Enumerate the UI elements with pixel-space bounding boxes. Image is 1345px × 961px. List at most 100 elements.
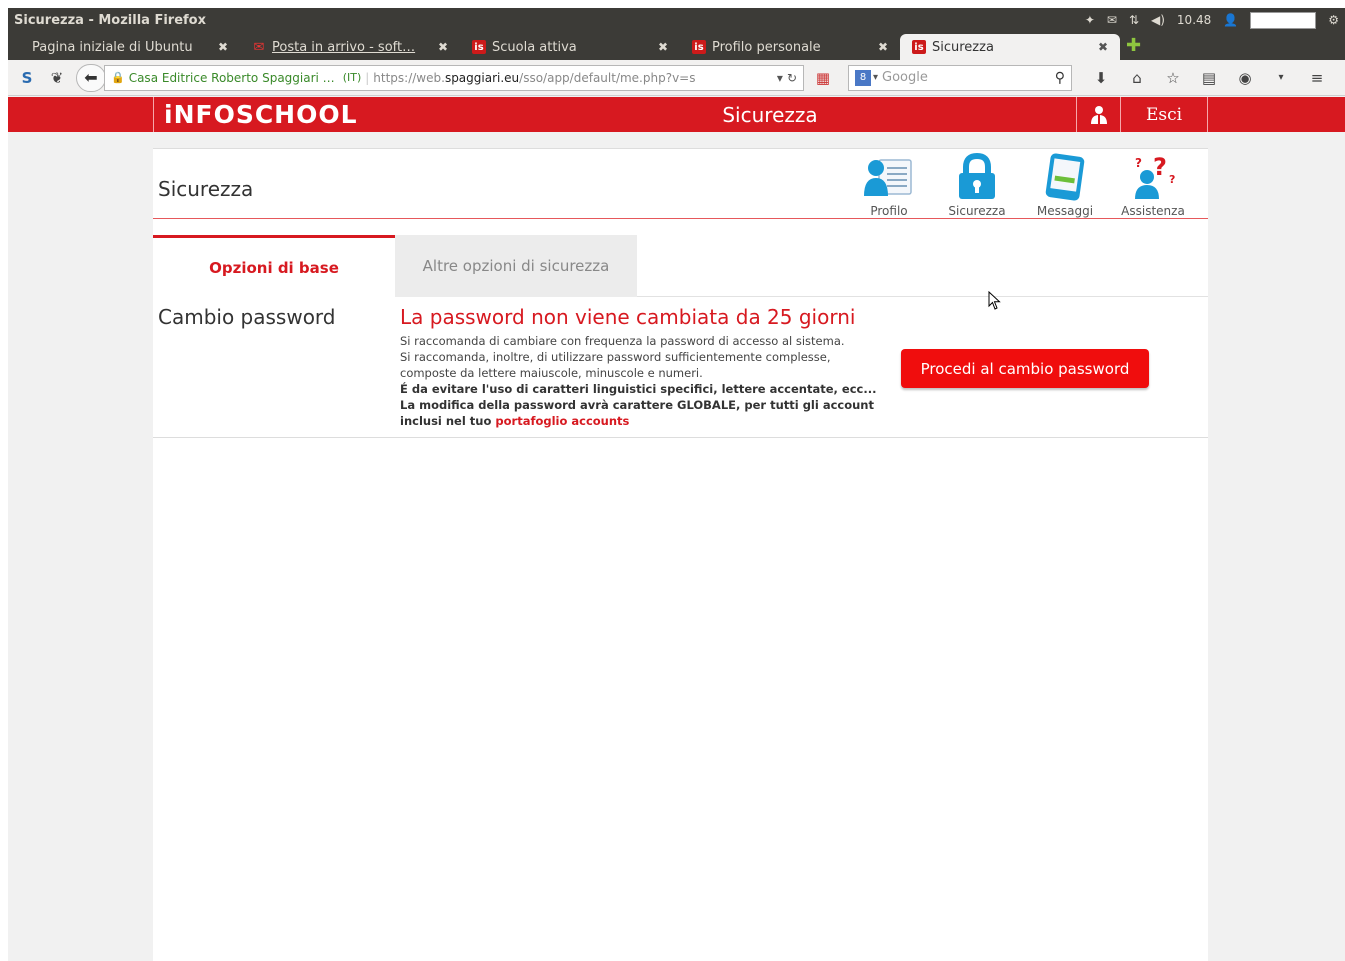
info-line: Si raccomanda di cambiare con frequenza … bbox=[400, 334, 845, 348]
info-line: Si raccomanda, inoltre, di utilizzare pa… bbox=[400, 350, 831, 364]
nav-label: Messaggi bbox=[1036, 204, 1094, 218]
back-arrow-icon: ⬅ bbox=[84, 68, 98, 87]
section-header: Sicurezza Profilo Sicurezza Messaggi ? ?… bbox=[153, 149, 1208, 219]
logout-button[interactable]: Esci bbox=[1120, 97, 1208, 132]
nav-messaggi[interactable]: Messaggi bbox=[1032, 153, 1098, 218]
info-line: É da evitare l'uso di caratteri linguist… bbox=[400, 382, 877, 396]
addon-dropdown-icon[interactable]: ▾ bbox=[1270, 67, 1292, 89]
content-panel: Sicurezza Profilo Sicurezza Messaggi ? ?… bbox=[153, 148, 1208, 961]
bookmarks-list-icon[interactable]: ▤ bbox=[1198, 67, 1220, 89]
dropbox-icon[interactable]: ✦ bbox=[1085, 13, 1095, 27]
url-text[interactable]: https://web.spaggiari.eu/sso/app/default… bbox=[373, 71, 773, 85]
app-header: iNFOSCHOOL Sicurezza Esci bbox=[8, 97, 1345, 132]
tab-label: Scuola attiva bbox=[492, 39, 577, 55]
search-bar[interactable]: 8 ▾ Google ⚲ bbox=[848, 64, 1072, 91]
nav-profilo[interactable]: Profilo bbox=[856, 153, 922, 218]
google-engine-icon[interactable]: 8 bbox=[855, 69, 871, 86]
window-titlebar: Sicurezza - Mozilla Firefox ✦ ✉ ⇅ ◀) 10.… bbox=[8, 8, 1345, 32]
browser-tab-scuola[interactable]: is Scuola attiva ✖ bbox=[460, 34, 680, 60]
phone-message-icon bbox=[1039, 153, 1091, 201]
home-icon[interactable]: ⌂ bbox=[1126, 67, 1148, 89]
browser-navbar: S ❦ ⬅ 🔒 Casa Editrice Roberto Spaggiari … bbox=[8, 60, 1345, 96]
engine-dropdown-icon[interactable]: ▾ bbox=[873, 72, 878, 83]
search-icon[interactable]: ⚲ bbox=[1055, 70, 1065, 86]
infoschool-logo[interactable]: iNFOSCHOOL bbox=[154, 100, 464, 129]
tab-label: Profilo personale bbox=[712, 39, 821, 55]
browser-tab-mail[interactable]: ✉ Posta in arrivo - soft… ✖ bbox=[240, 34, 460, 60]
nav-label: Sicurezza bbox=[948, 204, 1006, 218]
settings-gear-icon[interactable]: ⚙ bbox=[1328, 13, 1339, 27]
search-input[interactable]: Google bbox=[882, 70, 1055, 85]
svg-text:?: ? bbox=[1153, 153, 1167, 181]
menu-hamburger-icon[interactable]: ≡ bbox=[1306, 67, 1328, 89]
portfolio-accounts-link[interactable]: portafoglio accounts bbox=[495, 414, 629, 428]
user-tray-icon[interactable]: 👤 bbox=[1223, 13, 1238, 27]
tab-opzioni-di-base[interactable]: Opzioni di base bbox=[153, 235, 395, 297]
is-logo-icon: is bbox=[692, 40, 706, 54]
browser-tab-profilo[interactable]: is Profilo personale ✖ bbox=[680, 34, 900, 60]
info-line-prefix: inclusi nel tuo bbox=[400, 414, 492, 428]
close-icon[interactable]: ✖ bbox=[658, 40, 668, 54]
close-icon[interactable]: ✖ bbox=[878, 40, 888, 54]
tab-label: Posta in arrivo - soft… bbox=[272, 39, 416, 55]
url-domain: spaggiari.eu bbox=[444, 70, 520, 85]
calendar-addon-icon[interactable]: ▦ bbox=[812, 67, 834, 89]
nav-label: Profilo bbox=[870, 204, 908, 218]
addon-eye-icon[interactable]: ◉ bbox=[1234, 67, 1256, 89]
url-rest: /sso/app/default/me.php?v=s bbox=[519, 70, 696, 85]
url-prefix: https://web. bbox=[373, 70, 445, 85]
back-button[interactable]: ⬅ bbox=[76, 63, 106, 92]
help-question-icon: ? ? ? bbox=[1127, 153, 1179, 201]
password-age-warning: La password non viene cambiata da 25 gio… bbox=[400, 305, 856, 329]
user-name-box[interactable] bbox=[1250, 11, 1317, 29]
browser-tab-ubuntu[interactable]: Pagina iniziale di Ubuntu ✖ bbox=[20, 34, 240, 60]
section-icon-nav: Profilo Sicurezza Messaggi ? ? ? Assiste… bbox=[856, 153, 1186, 218]
change-password-button[interactable]: Procedi al cambio password bbox=[901, 349, 1149, 388]
lock-icon: 🔒 bbox=[111, 71, 125, 84]
url-bar[interactable]: 🔒 Casa Editrice Roberto Spaggiari … (IT)… bbox=[104, 64, 804, 91]
site-country: (IT) bbox=[342, 71, 362, 84]
system-tray: ✦ ✉ ⇅ ◀) 10.48 👤 ⚙ bbox=[1085, 11, 1345, 29]
browser-tab-sicurezza[interactable]: is Sicurezza ✖ bbox=[900, 34, 1120, 60]
browser-tab-bar: Pagina iniziale di Ubuntu ✖ ✉ Posta in a… bbox=[8, 32, 1345, 60]
extension-icon[interactable]: ❦ bbox=[46, 67, 68, 89]
close-icon[interactable]: ✖ bbox=[1098, 40, 1108, 54]
new-tab-plus-icon[interactable]: ✚ bbox=[1126, 35, 1141, 56]
user-account-icon[interactable] bbox=[1076, 97, 1120, 132]
reload-icon[interactable]: ↻ bbox=[787, 71, 797, 85]
tab-altre-opzioni[interactable]: Altre opzioni di sicurezza bbox=[395, 235, 637, 297]
skype-icon[interactable]: S bbox=[16, 67, 38, 89]
mail-tray-icon[interactable]: ✉ bbox=[1107, 13, 1117, 27]
profile-card-icon bbox=[863, 153, 915, 201]
is-logo-icon: is bbox=[472, 40, 486, 54]
close-icon[interactable]: ✖ bbox=[438, 40, 448, 54]
download-icon[interactable]: ⬇ bbox=[1090, 67, 1112, 89]
mouse-cursor-icon bbox=[988, 291, 1001, 310]
password-change-row: Cambio password La password non viene ca… bbox=[153, 297, 1208, 438]
tab-label: Pagina iniziale di Ubuntu bbox=[32, 39, 193, 55]
svg-text:?: ? bbox=[1169, 173, 1175, 186]
bookmark-star-icon[interactable]: ☆ bbox=[1162, 67, 1184, 89]
page-title: Sicurezza bbox=[722, 102, 818, 127]
toolbar-buttons: ⬇ ⌂ ☆ ▤ ◉ ▾ ≡ bbox=[1090, 67, 1328, 89]
nav-assistenza[interactable]: ? ? ? Assistenza bbox=[1120, 153, 1186, 218]
options-tabs: Opzioni di base Altre opzioni di sicurez… bbox=[153, 235, 1208, 297]
info-line: composte da lettere maiuscole, minuscole… bbox=[400, 366, 703, 380]
volume-icon[interactable]: ◀) bbox=[1151, 13, 1165, 27]
close-icon[interactable]: ✖ bbox=[218, 40, 228, 54]
info-line: La modifica della password avrà caratter… bbox=[400, 398, 874, 412]
mail-icon: ✉ bbox=[253, 39, 265, 55]
url-dropdown-icon[interactable]: ▾ bbox=[777, 71, 783, 85]
section-title: Sicurezza bbox=[158, 177, 254, 201]
clock[interactable]: 10.48 bbox=[1177, 13, 1211, 27]
network-icon[interactable]: ⇅ bbox=[1129, 13, 1139, 27]
nav-sicurezza[interactable]: Sicurezza bbox=[944, 153, 1010, 218]
nav-label: Assistenza bbox=[1121, 204, 1185, 218]
is-logo-icon: is bbox=[912, 40, 926, 54]
info-line: inclusi nel tuo portafoglio accounts bbox=[400, 413, 890, 429]
tab-label: Sicurezza bbox=[932, 39, 994, 55]
svg-text:?: ? bbox=[1135, 156, 1142, 170]
padlock-icon bbox=[951, 153, 1003, 201]
password-section-label: Cambio password bbox=[158, 305, 336, 329]
site-identity[interactable]: Casa Editrice Roberto Spaggiari … bbox=[129, 71, 335, 85]
